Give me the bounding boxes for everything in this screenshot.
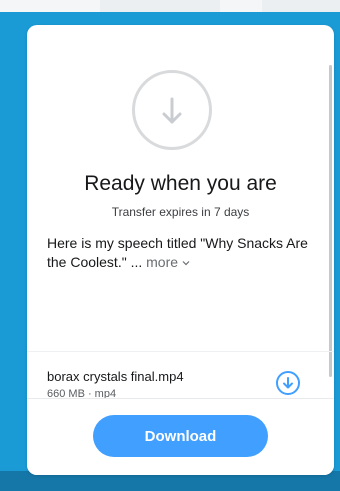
more-label: more bbox=[146, 254, 179, 270]
file-download-button[interactable] bbox=[276, 371, 300, 395]
download-circle-icon bbox=[132, 70, 212, 150]
top-strip bbox=[0, 0, 340, 12]
transfer-card: Ready when you are Transfer expires in 7… bbox=[27, 25, 334, 475]
transfer-message: Here is my speech titled "Why Snacks Are… bbox=[47, 234, 317, 272]
top-strip-segment bbox=[262, 0, 340, 12]
scrollbar[interactable] bbox=[329, 65, 332, 377]
download-icon bbox=[283, 377, 293, 389]
top-strip-segment bbox=[100, 0, 220, 12]
divider bbox=[27, 351, 334, 352]
more-link[interactable]: more bbox=[146, 254, 190, 270]
transfer-title: Ready when you are bbox=[84, 172, 277, 195]
card-footer: Download bbox=[27, 398, 334, 475]
file-name: borax crystals final.mp4 bbox=[47, 369, 184, 384]
chevron-down-icon bbox=[182, 261, 190, 266]
transfer-expiry: Transfer expires in 7 days bbox=[111, 205, 250, 219]
download-button[interactable]: Download bbox=[93, 415, 268, 457]
